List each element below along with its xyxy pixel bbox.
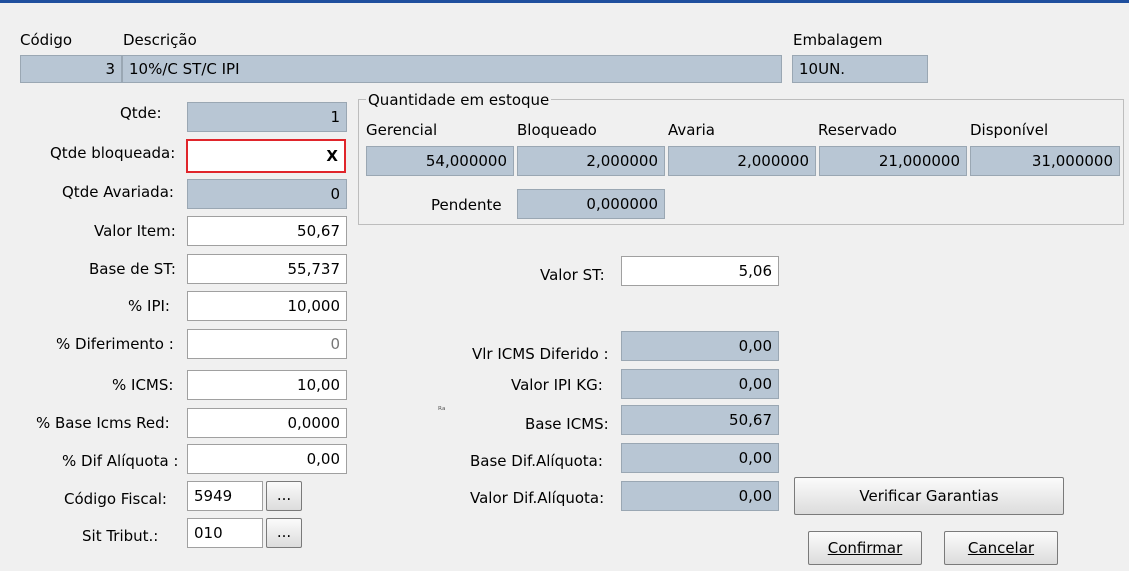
disponivel-label: Disponível <box>970 121 1049 139</box>
pct-ipi-input[interactable]: 10,000 <box>187 291 347 321</box>
gerencial-field: 54,000000 <box>366 146 514 176</box>
sit-tribut-input[interactable]: 010 <box>187 518 263 548</box>
descricao-label: Descrição <box>123 31 197 49</box>
qtde-field: 1 <box>187 102 347 132</box>
base-st-input[interactable]: 55,737 <box>187 254 347 284</box>
vr-icms-diferido-field: 0,00 <box>621 331 779 361</box>
codigo-fiscal-lookup-button[interactable]: ... <box>266 481 302 511</box>
base-dif-aliquota-label: Base Dif.Alíquota: <box>470 452 603 470</box>
verificar-garantias-button[interactable]: Verificar Garantias <box>794 477 1064 515</box>
qtde-label: Qtde: <box>120 104 162 122</box>
disponivel-field: 31,000000 <box>970 146 1120 176</box>
valor-st-input[interactable]: 5,06 <box>621 256 779 286</box>
valor-item-input[interactable]: 50,67 <box>187 216 347 246</box>
valor-ipi-kg-field: 0,00 <box>621 369 779 399</box>
pct-base-icms-red-input[interactable]: 0,0000 <box>187 408 347 438</box>
pct-ipi-label: % IPI: <box>128 297 170 315</box>
pct-base-icms-red-label: % Base Icms Red: <box>36 414 170 432</box>
gerencial-label: Gerencial <box>366 121 438 139</box>
pendente-label: Pendente <box>431 196 502 214</box>
pct-diferimento-input[interactable]: 0 <box>187 329 347 359</box>
base-icms-label: Base ICMS: <box>525 415 609 433</box>
bloqueado-field: 2,000000 <box>517 146 665 176</box>
codigo-fiscal-input[interactable]: 5949 <box>187 481 263 511</box>
codigo-label: Código <box>20 31 73 49</box>
bloqueado-label: Bloqueado <box>517 121 597 139</box>
codigo-field: 3 <box>20 55 122 83</box>
reservado-label: Reservado <box>818 121 897 139</box>
reservado-field: 21,000000 <box>819 146 967 176</box>
confirmar-button[interactable]: Confirmar <box>808 531 922 565</box>
codigo-fiscal-label: Código Fiscal: <box>64 490 167 508</box>
base-dif-aliquota-field: 0,00 <box>621 443 779 473</box>
embalagem-field: 10UN. <box>792 55 928 83</box>
embalagem-label: Embalagem <box>793 31 883 49</box>
qtde-avariada-label: Qtde Avariada: <box>62 183 174 201</box>
descricao-field: 10%/C ST/C IPI <box>122 55 782 83</box>
pct-dif-aliquota-input[interactable]: 0,00 <box>187 444 347 474</box>
sit-tribut-label: Sit Tribut.: <box>82 527 159 545</box>
sit-tribut-lookup-button[interactable]: ... <box>266 518 302 548</box>
qtde-bloqueada-input[interactable]: X <box>186 139 346 173</box>
pct-icms-input[interactable]: 10,00 <box>187 370 347 400</box>
stray-mark: ᴿᵃ <box>438 406 446 416</box>
cancelar-button[interactable]: Cancelar <box>944 531 1058 565</box>
valor-ipi-kg-label: Valor IPI KG: <box>511 376 603 394</box>
pendente-field: 0,000000 <box>517 189 665 219</box>
vr-icms-diferido-label: Vlr ICMS Diferido : <box>472 345 609 363</box>
base-icms-field: 50,67 <box>621 405 779 435</box>
item-dialog: Código Descrição Embalagem 3 10%/C ST/C … <box>0 0 1129 571</box>
valor-st-label: Valor ST: <box>540 266 605 284</box>
qtde-avariada-field: 0 <box>187 179 347 209</box>
avaria-label: Avaria <box>668 121 715 139</box>
pct-dif-aliquota-label: % Dif Alíquota : <box>62 452 179 470</box>
qtde-bloqueada-label: Qtde bloqueada: <box>50 144 176 162</box>
valor-dif-aliquota-label: Valor Dif.Alíquota: <box>470 489 605 507</box>
pct-diferimento-label: % Diferimento : <box>56 335 174 353</box>
valor-dif-aliquota-field: 0,00 <box>621 481 779 511</box>
estoque-group-title: Quantidade em estoque <box>366 91 552 109</box>
pct-icms-label: % ICMS: <box>112 376 174 394</box>
avaria-field: 2,000000 <box>668 146 816 176</box>
valor-item-label: Valor Item: <box>94 222 176 240</box>
base-st-label: Base de ST: <box>89 260 176 278</box>
